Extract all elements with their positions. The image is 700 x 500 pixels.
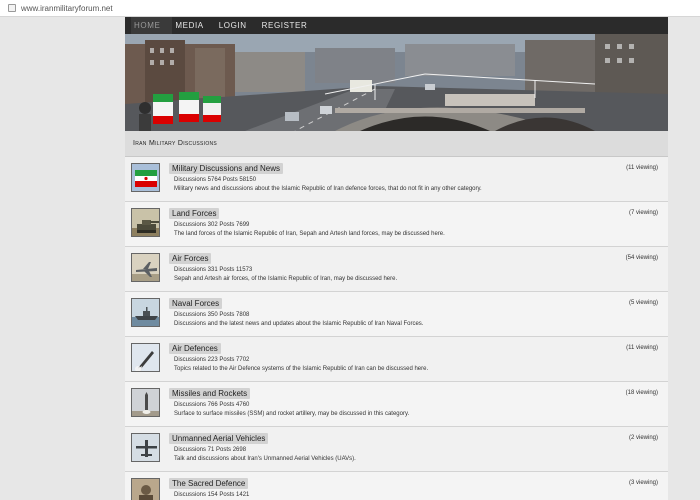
category-header: Iran Military Discussions (125, 131, 668, 157)
forum-row: Military Discussions and News Discussion… (125, 157, 668, 202)
nav-home[interactable]: HOME (131, 17, 173, 34)
forum-stats: Discussions 71 Posts 2698 (174, 447, 247, 453)
forum-title-link[interactable]: Air Forces (169, 253, 212, 264)
missile-launch-icon[interactable] (131, 343, 160, 372)
viewing-count: (11 viewing) (626, 345, 658, 351)
soldier-icon[interactable] (131, 478, 160, 500)
warship-icon[interactable] (131, 298, 160, 327)
forum-stats: Discussions 331 Posts 11573 (174, 267, 253, 273)
category-title[interactable]: Iran Military Discussions (133, 140, 217, 147)
forum-stats: Discussions 5764 Posts 58150 (174, 177, 257, 183)
forum-row: Missiles and Rockets Discussions 766 Pos… (125, 382, 668, 427)
nav-media[interactable]: MEDIA (172, 17, 215, 34)
forum-description: Military news and discussions about the … (174, 186, 482, 192)
viewing-count: (18 viewing) (625, 390, 658, 396)
viewing-count: (7 viewing) (628, 210, 658, 216)
forum-stats: Discussions 223 Posts 7702 (174, 357, 250, 363)
forum-description: Surface to surface missiles (SSM) and ro… (174, 411, 410, 417)
iran-flag-icon[interactable] (131, 163, 160, 192)
forum-description: Talk and discussions about Iran's Unmann… (174, 456, 356, 462)
top-navigation: HOME MEDIA LOGIN REGISTER (125, 17, 668, 34)
forum-description: Sepah and Artesh air forces, of the Isla… (174, 276, 398, 282)
forum-stats: Discussions 154 Posts 1421 (174, 492, 250, 498)
nav-register[interactable]: REGISTER (259, 17, 320, 34)
viewing-count: (54 viewing) (625, 255, 658, 261)
fighter-jet-icon[interactable] (131, 253, 160, 282)
forum-row: Air Forces Discussions 331 Posts 11573 S… (125, 247, 668, 292)
page-favicon-icon (8, 4, 16, 12)
rocket-icon[interactable] (131, 388, 160, 417)
forum-site: HOME MEDIA LOGIN REGISTER Iran Military … (125, 17, 668, 500)
viewing-count: (5 viewing) (628, 300, 658, 306)
page-left-margin (0, 17, 125, 500)
header-banner (125, 34, 668, 131)
forum-description: Discussions and the latest news and upda… (174, 321, 424, 327)
forum-row: Air Defences Discussions 223 Posts 7702 … (125, 337, 668, 382)
drone-icon[interactable] (131, 433, 160, 462)
nav-login[interactable]: LOGIN (216, 17, 259, 34)
forum-row: Land Forces Discussions 302 Posts 7699 T… (125, 202, 668, 247)
forum-row: Unmanned Aerial Vehicles Discussions 71 … (125, 427, 668, 472)
forum-title-link[interactable]: Land Forces (169, 208, 220, 219)
viewing-count: (11 viewing) (626, 165, 658, 171)
forum-stats: Discussions 350 Posts 7808 (174, 312, 250, 318)
forum-stats: Discussions 302 Posts 7699 (174, 222, 250, 228)
browser-address-bar[interactable]: www.iranmilitaryforum.net (0, 0, 700, 17)
forum-title-link[interactable]: Naval Forces (169, 298, 223, 309)
viewing-count: (3 viewing) (628, 480, 658, 486)
forum-description: The land forces of the Islamic Republic … (174, 231, 445, 237)
tehran-street-photo (125, 34, 668, 131)
forum-title-link[interactable]: Air Defences (169, 343, 221, 354)
forum-title-link[interactable]: Missiles and Rockets (169, 388, 251, 399)
forum-stats: Discussions 766 Posts 4760 (174, 402, 250, 408)
forum-title-link[interactable]: Military Discussions and News (169, 163, 284, 174)
page-right-margin (668, 17, 700, 500)
forum-title-link[interactable]: The Sacred Defence (169, 478, 249, 489)
forum-row: Naval Forces Discussions 350 Posts 7808 … (125, 292, 668, 337)
viewing-count: (2 viewing) (628, 435, 658, 441)
forum-description: Topics related to the Air Defence system… (174, 366, 429, 372)
tank-icon[interactable] (131, 208, 160, 237)
forum-row: The Sacred Defence Discussions 154 Posts… (125, 472, 668, 500)
forum-title-link[interactable]: Unmanned Aerial Vehicles (169, 433, 269, 444)
forum-list: Military Discussions and News Discussion… (125, 157, 668, 500)
url-text[interactable]: www.iranmilitaryforum.net (21, 4, 113, 13)
